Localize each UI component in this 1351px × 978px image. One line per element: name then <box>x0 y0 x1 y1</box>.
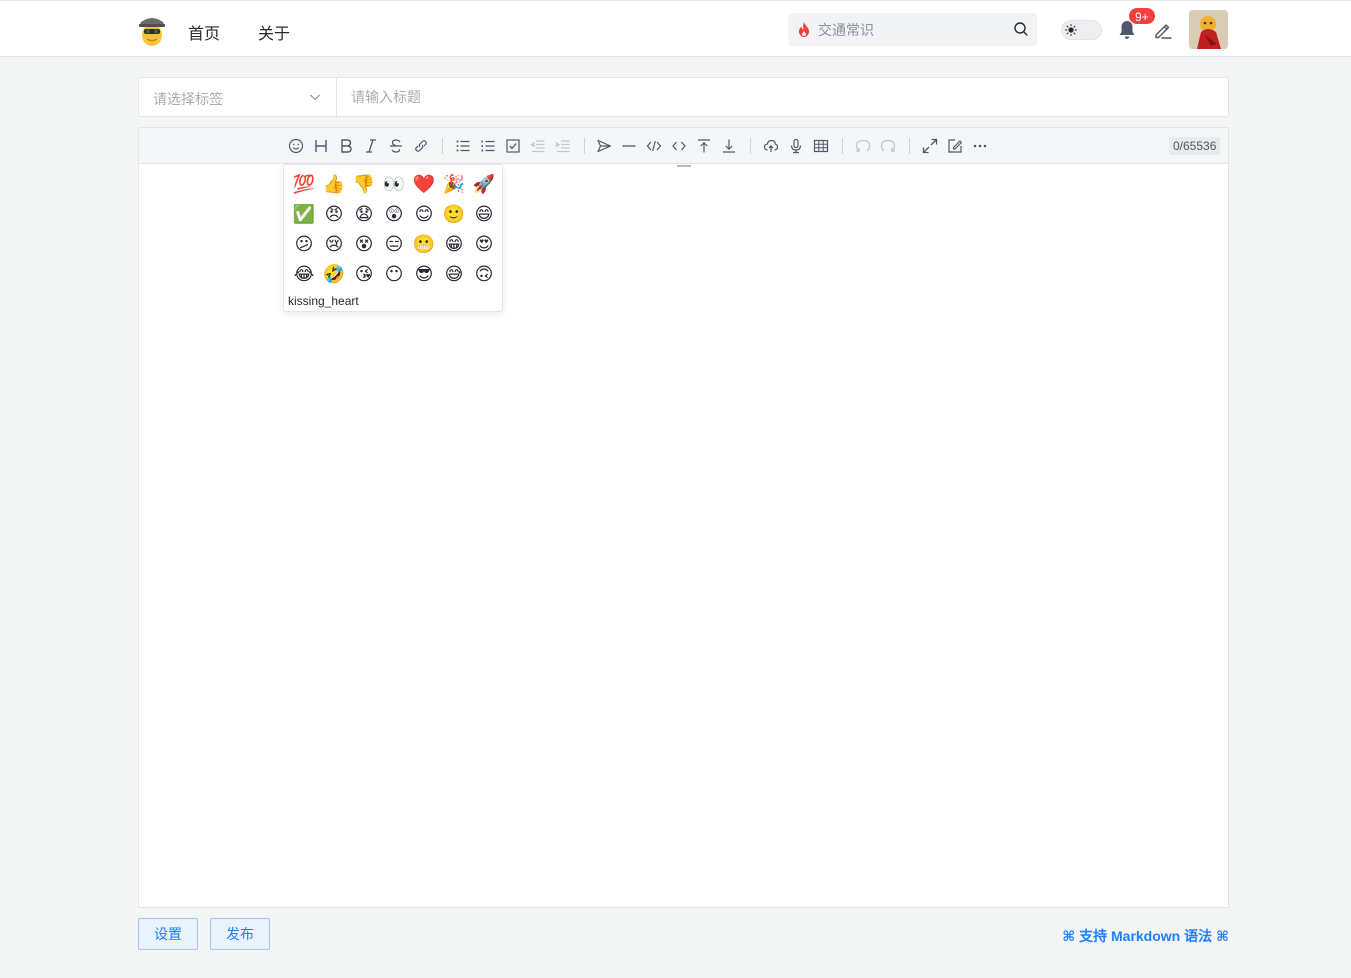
pen-icon[interactable] <box>1153 20 1173 40</box>
toolbar-separator <box>442 138 443 154</box>
theme-toggle[interactable] <box>1061 20 1102 40</box>
emoji-icon[interactable] <box>287 137 305 155</box>
checklist-icon[interactable] <box>504 137 522 155</box>
code-block-icon[interactable] <box>645 137 663 155</box>
emoji-item[interactable]: 😅 <box>439 259 469 289</box>
emoji-item[interactable]: 😁 <box>439 229 469 259</box>
title-row: 请选择标签 <box>138 77 1229 117</box>
markdown-hint-link[interactable]: ⌘ 支持 Markdown 语法 ⌘ <box>1062 926 1229 946</box>
sun-icon <box>1065 24 1077 36</box>
emoji-item[interactable]: 👍 <box>319 169 349 199</box>
settings-button[interactable]: 设置 <box>138 918 198 950</box>
emoji-item[interactable]: 😢 <box>319 229 349 259</box>
table-icon[interactable] <box>812 137 830 155</box>
logo-icon[interactable] <box>137 13 167 47</box>
emoji-item[interactable]: 😎 <box>409 259 439 289</box>
emoji-item[interactable]: 😘 <box>349 259 379 289</box>
emoji-item[interactable]: 😕 <box>289 229 319 259</box>
emoji-item[interactable]: 😧 <box>349 199 379 229</box>
horizontal-line-icon[interactable] <box>620 137 638 155</box>
bullet-list-icon[interactable] <box>454 137 472 155</box>
tag-select[interactable]: 请选择标签 <box>139 78 337 116</box>
bold-icon[interactable] <box>337 137 355 155</box>
microphone-icon[interactable] <box>787 137 805 155</box>
indent-icon[interactable] <box>554 137 572 155</box>
resize-handle[interactable] <box>677 165 691 167</box>
strikethrough-icon[interactable] <box>387 137 405 155</box>
italic-icon[interactable] <box>362 137 380 155</box>
nav-home-link[interactable]: 首页 <box>188 20 220 44</box>
emoji-item[interactable]: 😬 <box>409 229 439 259</box>
emoji-item[interactable]: 🚀 <box>469 169 499 199</box>
ordered-list-icon[interactable] <box>479 137 497 155</box>
emoji-item[interactable]: 🙂 <box>439 199 469 229</box>
emoji-item[interactable]: 🙃 <box>469 259 499 289</box>
top-header: 首页 关于 9+ <box>0 0 1351 57</box>
emoji-item[interactable]: 😊 <box>409 199 439 229</box>
emoji-item[interactable]: ❤️ <box>409 169 439 199</box>
toolbar-separator <box>584 138 585 154</box>
notification-badge: 9+ <box>1128 7 1156 25</box>
search-box[interactable] <box>788 13 1037 46</box>
inline-code-icon[interactable] <box>670 137 688 155</box>
avatar[interactable] <box>1189 10 1228 49</box>
upload-icon[interactable] <box>762 137 780 155</box>
nav-about-link[interactable]: 关于 <box>258 20 290 44</box>
redo-icon[interactable] <box>879 137 897 155</box>
emoji-item[interactable]: 😑 <box>379 229 409 259</box>
emoji-item[interactable]: 👀 <box>379 169 409 199</box>
insert-after-icon[interactable] <box>720 137 738 155</box>
tag-select-placeholder: 请选择标签 <box>153 91 223 107</box>
emoji-item[interactable]: 👎 <box>349 169 379 199</box>
editor-toolbar: 0/65536 <box>139 128 1228 164</box>
emoji-item[interactable]: 🎉 <box>439 169 469 199</box>
fullscreen-icon[interactable] <box>921 137 939 155</box>
outdent-icon[interactable] <box>529 137 547 155</box>
undo-icon[interactable] <box>854 137 872 155</box>
emoji-item[interactable]: 😄 <box>469 199 499 229</box>
emoji-item[interactable]: 😶 <box>379 259 409 289</box>
emoji-item[interactable]: 😂 <box>289 259 319 289</box>
title-input[interactable] <box>338 78 1228 116</box>
emoji-item[interactable]: 😠 <box>319 199 349 229</box>
quote-icon[interactable] <box>595 137 613 155</box>
emoji-item[interactable]: 😵 <box>349 229 379 259</box>
search-icon[interactable] <box>1013 21 1029 37</box>
publish-button[interactable]: 发布 <box>210 918 270 950</box>
character-counter: 0/65536 <box>1169 137 1221 155</box>
fire-icon <box>799 22 809 37</box>
emoji-item[interactable]: 🤣 <box>319 259 349 289</box>
toolbar-separator <box>842 138 843 154</box>
link-icon[interactable] <box>412 137 430 155</box>
more-icon[interactable] <box>971 137 989 155</box>
emoji-item[interactable]: 😲 <box>379 199 409 229</box>
emoji-hover-name: kissing_heart <box>288 294 359 308</box>
chevron-down-icon <box>310 94 320 101</box>
edit-mode-icon[interactable] <box>946 137 964 155</box>
toolbar-separator <box>750 138 751 154</box>
emoji-item[interactable]: 💯 <box>289 169 319 199</box>
search-input[interactable] <box>818 13 998 46</box>
emoji-panel: 💯 👍 👎 👀 ❤️ 🎉 🚀 ✅ 😠 😧 😲 😊 🙂 😄 😕 😢 😵 😑 😬 😁 😍 😂 🤣 😘 😶 😎 😅 🙃 kissing_he… <box>283 164 503 312</box>
insert-before-icon[interactable] <box>695 137 713 155</box>
avatar-image <box>1189 10 1228 49</box>
emoji-item[interactable]: 😍 <box>469 229 499 259</box>
emoji-item[interactable]: ✅ <box>289 199 319 229</box>
toolbar-separator <box>909 138 910 154</box>
heading-icon[interactable] <box>312 137 330 155</box>
